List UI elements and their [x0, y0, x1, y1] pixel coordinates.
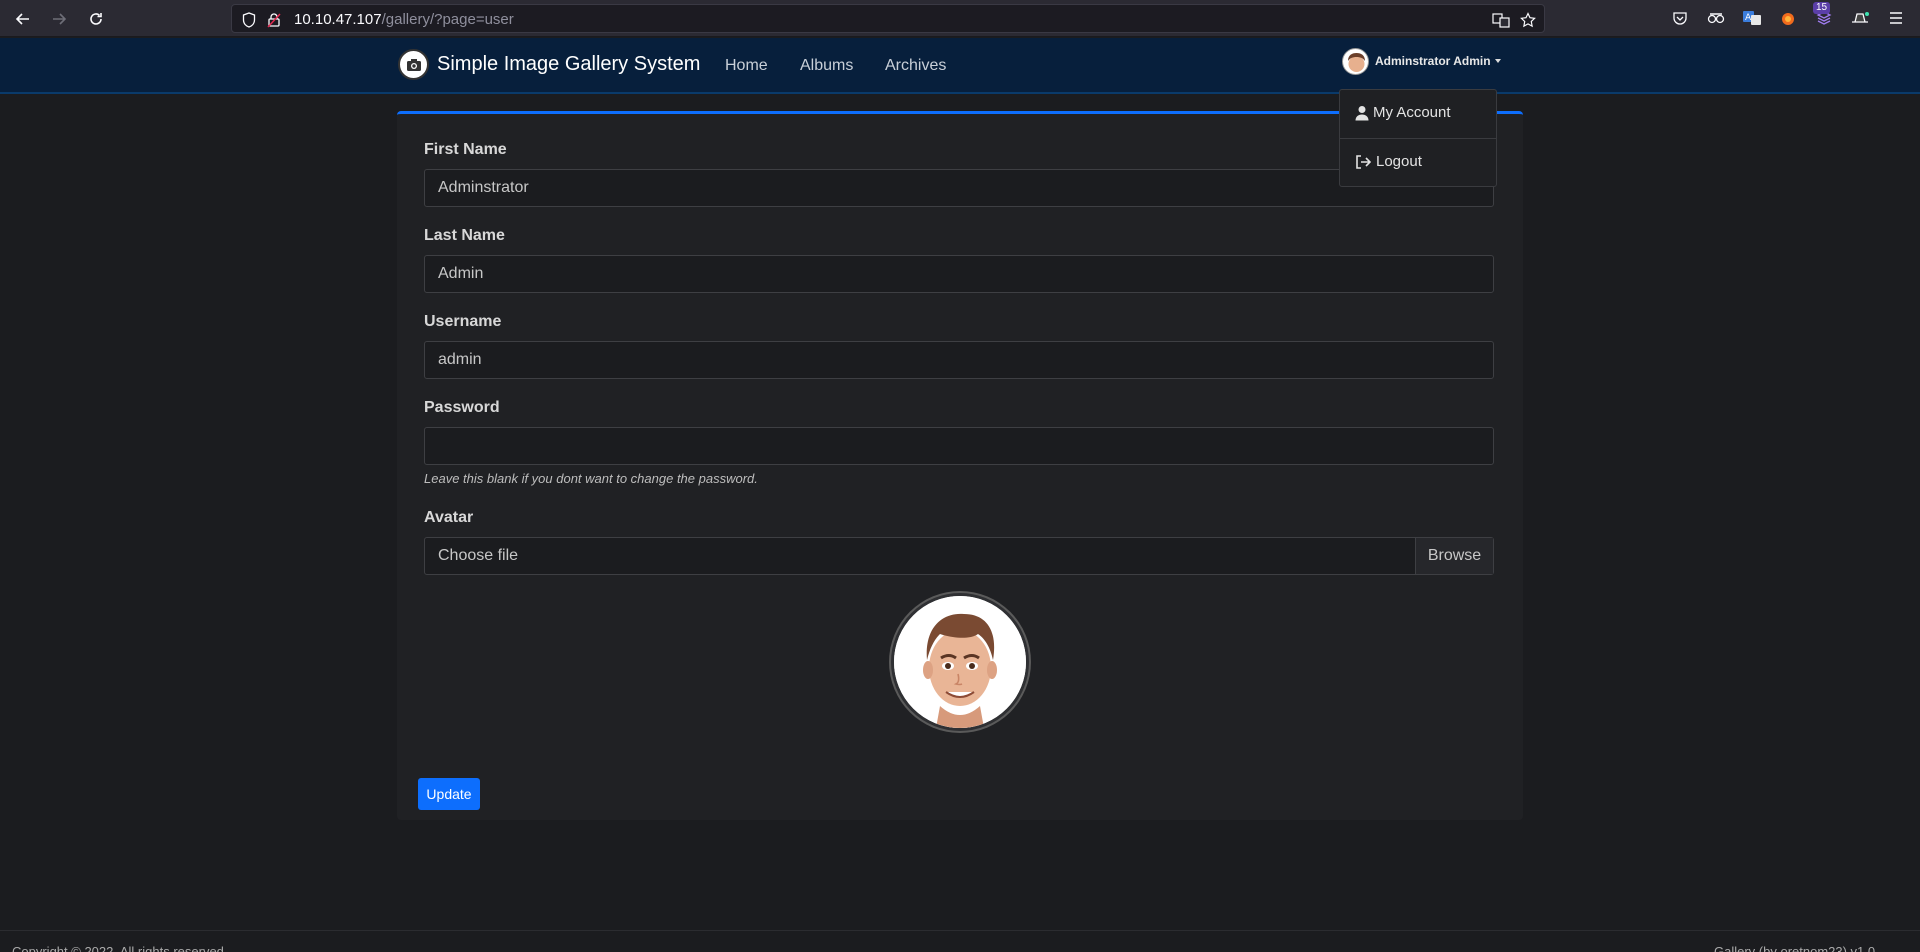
password-input[interactable]: [424, 427, 1494, 465]
user-name: Adminstrator Admin: [1375, 54, 1491, 68]
site-navbar: Simple Image Gallery System Home Albums …: [0, 38, 1920, 94]
update-button[interactable]: Update: [418, 778, 480, 810]
firefox-extension-icon[interactable]: [1778, 8, 1798, 28]
spy-extension-icon[interactable]: [1706, 8, 1726, 28]
browse-button[interactable]: Browse: [1415, 538, 1493, 574]
dropdown-item-logout[interactable]: Logout: [1355, 153, 1422, 170]
user-menu-toggle[interactable]: Adminstrator Admin: [1342, 47, 1501, 75]
arrow-right-icon: [53, 13, 67, 25]
translate-extension-icon[interactable]: A: [1742, 8, 1762, 28]
extension-badge: 15: [1813, 2, 1831, 14]
translate-icon[interactable]: [1492, 11, 1510, 29]
insecure-lock-icon[interactable]: [265, 11, 283, 29]
bookmark-star-icon[interactable]: [1519, 11, 1537, 29]
password-hint: Leave this blank if you dont want to cha…: [424, 471, 758, 486]
reload-icon: [90, 13, 102, 25]
url-text[interactable]: 10.10.47.107/gallery/?page=user: [294, 11, 514, 28]
back-button[interactable]: [10, 6, 36, 32]
forward-button[interactable]: [46, 6, 72, 32]
user-dropdown-menu: My Account Logout: [1339, 89, 1497, 187]
footer-credits: Gallery (by oretnom23) v1.0: [1714, 944, 1876, 952]
nav-link-home[interactable]: Home: [725, 57, 768, 75]
user-icon: [1355, 105, 1369, 120]
avatar-label: Avatar: [424, 509, 474, 526]
dropdown-divider: [1340, 138, 1496, 139]
pocket-icon[interactable]: [1670, 8, 1690, 28]
password-label: Password: [424, 399, 500, 416]
last-name-label: Last Name: [424, 227, 505, 244]
footer-copyright: Copyright © 2022. All rights reserved.: [12, 944, 228, 952]
nav-link-albums[interactable]: Albums: [800, 57, 853, 75]
shield-icon[interactable]: [240, 11, 258, 29]
address-bar[interactable]: 10.10.47.107/gallery/?page=user: [231, 4, 1545, 33]
hamburger-menu-icon[interactable]: [1886, 8, 1906, 28]
footer-divider: [0, 930, 1920, 931]
username-input[interactable]: [424, 341, 1494, 379]
svg-text:A: A: [1745, 13, 1752, 23]
brand-title[interactable]: Simple Image Gallery System: [437, 53, 700, 76]
browser-toolbar: 10.10.47.107/gallery/?page=user A 15: [0, 0, 1920, 37]
hat-extension-icon[interactable]: [1850, 8, 1870, 28]
caret-down-icon: [1494, 59, 1501, 63]
dropdown-item-my-account[interactable]: My Account: [1355, 104, 1451, 121]
username-label: Username: [424, 313, 502, 330]
file-placeholder: Choose file: [438, 547, 519, 564]
sign-out-icon: [1356, 154, 1371, 169]
account-form-card: First Name Last Name Username Password L…: [397, 111, 1523, 820]
arrow-left-icon: [15, 13, 29, 25]
avatar-file-input[interactable]: Choose file Browse: [424, 537, 1494, 575]
first-name-input[interactable]: [424, 169, 1494, 207]
camera-logo-icon[interactable]: [398, 49, 429, 80]
reload-button[interactable]: [83, 6, 109, 32]
avatar-preview: [891, 593, 1029, 731]
nav-link-archives[interactable]: Archives: [885, 57, 946, 75]
first-name-label: First Name: [424, 141, 507, 158]
user-avatar: [1342, 47, 1369, 75]
last-name-input[interactable]: [424, 255, 1494, 293]
